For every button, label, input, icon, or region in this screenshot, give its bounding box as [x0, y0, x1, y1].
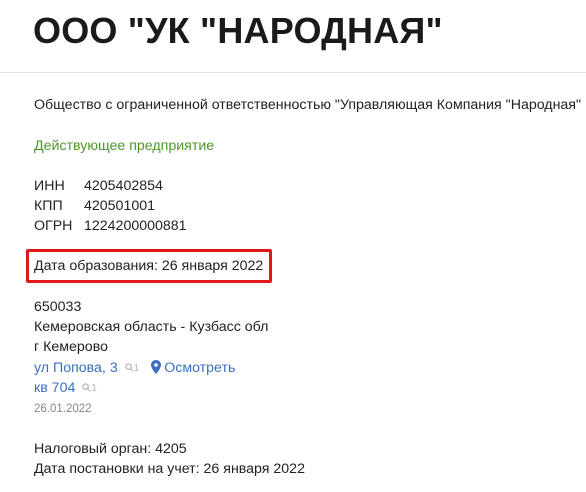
- flat-address-line: кв 704 1: [34, 378, 97, 399]
- search-icon: [82, 383, 92, 392]
- address-city: г Кемерово: [34, 339, 108, 355]
- address-postcode: 650033: [34, 299, 82, 315]
- street-search-count[interactable]: 1: [124, 359, 140, 379]
- flat-count: 1: [91, 383, 97, 394]
- flat-search-count[interactable]: 1: [82, 379, 97, 399]
- search-icon: [124, 363, 134, 372]
- map-pin-icon[interactable]: [151, 360, 162, 380]
- street-count: 1: [133, 363, 140, 374]
- ogrn-label: ОГРН: [34, 218, 73, 234]
- address-region: Кемеровская область - Кузбасс обл: [34, 319, 269, 335]
- inn-label: ИНН: [34, 178, 65, 194]
- kpp-label: КПП: [34, 198, 63, 214]
- flat-link[interactable]: кв 704: [34, 380, 75, 396]
- tax-registration-date: Дата постановки на учет: 26 января 2022: [34, 461, 305, 477]
- kpp-value: 420501001: [84, 198, 156, 214]
- inn-row: ИНН 4205402854: [34, 176, 163, 196]
- street-link[interactable]: ул Попова, 3: [34, 360, 118, 376]
- address-date: 26.01.2022: [34, 403, 92, 415]
- page-title: ООО "УК "НАРОДНАЯ": [33, 10, 443, 51]
- page-header: ООО "УК "НАРОДНАЯ": [0, 0, 586, 73]
- company-status: Действующее предприятие: [34, 138, 215, 154]
- inn-value: 4205402854: [84, 178, 163, 194]
- registration-date: Дата образования: 26 января 2022: [34, 258, 264, 274]
- tax-office: Налоговый орган: 4205: [34, 441, 187, 457]
- kpp-row: КПП 420501001: [34, 196, 155, 216]
- view-on-map-link[interactable]: Осмотреть: [164, 360, 235, 376]
- street-address-line: ул Попова, 3 1 Осмотреть: [34, 358, 235, 380]
- ogrn-value: 1224200000881: [84, 218, 187, 234]
- ogrn-row: ОГРН 1224200000881: [34, 216, 187, 236]
- company-full-name: Общество с ограниченной ответственностью…: [34, 97, 582, 113]
